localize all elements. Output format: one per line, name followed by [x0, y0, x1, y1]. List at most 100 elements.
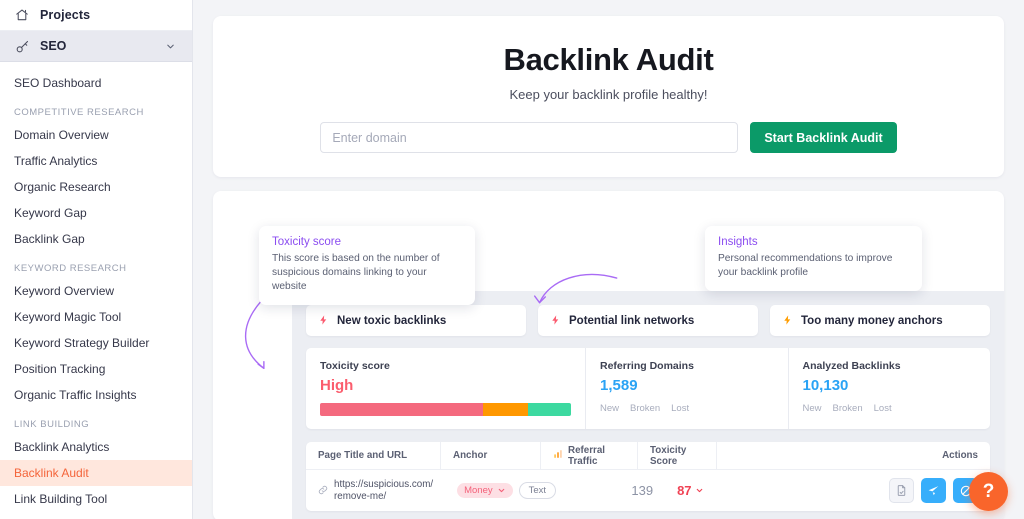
bar-chart-icon: [554, 450, 562, 458]
toxicity-score-value: High: [320, 377, 354, 394]
table-header-label: Anchor: [453, 450, 488, 461]
page-subtitle: Keep your backlink profile healthy!: [509, 87, 708, 102]
cell-actions: [744, 478, 990, 503]
stat-meta-item[interactable]: Broken: [630, 403, 660, 414]
preview-card: Toxicity score This score is based on th…: [213, 191, 1004, 519]
table-header-row: Page Title and URL Anchor Referral Traffic…: [306, 442, 990, 470]
sidebar-item-seo[interactable]: SEO: [0, 31, 192, 62]
tooltip-title: Insights: [718, 236, 758, 248]
stat-meta-item[interactable]: Broken: [833, 403, 863, 414]
stat-meta-item[interactable]: Lost: [874, 403, 892, 414]
tooltip-title: Toxicity score: [272, 236, 342, 248]
sidebar-item-link-building-tool[interactable]: Link Building Tool: [0, 486, 192, 512]
toxicity-score-bar: [320, 403, 571, 416]
toxicity-bar-segment-toxic: [320, 403, 484, 416]
stat-meta-item[interactable]: New: [600, 403, 619, 414]
sidebar-item-bulk-analysis[interactable]: Bulk Analysis: [0, 512, 192, 519]
sidebar-group-title: COMPETITIVE RESEARCH: [14, 107, 144, 118]
stats-row: Toxicity score High Referring Domains 1,…: [306, 348, 990, 429]
sidebar-item-domain-overview[interactable]: Domain Overview: [0, 122, 192, 148]
seo-label: SEO: [40, 39, 67, 53]
table-row[interactable]: https://suspicious.com/remove-me/ Money …: [306, 470, 990, 511]
stat-label: Analyzed Backlinks: [802, 360, 901, 372]
sidebar-group-title: KEYWORD RESEARCH: [14, 263, 127, 274]
sidebar-item-keyword-magic-tool[interactable]: Keyword Magic Tool: [0, 304, 192, 330]
tooltip-body: Personal recommendations to improve your…: [718, 253, 893, 278]
sidebar-item-backlink-analytics[interactable]: Backlink Analytics: [0, 434, 192, 460]
send-icon[interactable]: [921, 478, 946, 503]
help-button[interactable]: ?: [969, 472, 1008, 511]
search-row: Start Backlink Audit: [213, 122, 1004, 153]
sidebar-item-keyword-strategy-builder[interactable]: Keyword Strategy Builder: [0, 330, 192, 356]
table-header-label: Referral Traffic: [568, 444, 606, 467]
table-header-label: Page Title and URL: [318, 450, 408, 461]
sidebar-item-organic-research[interactable]: Organic Research: [0, 174, 192, 200]
preview-panel: New toxic backlinks Potential link networ…: [292, 291, 1004, 519]
stat-meta: New Broken Lost: [803, 403, 977, 414]
stat-columns: Referring Domains 1,589 New Broken Lost Ana…: [585, 348, 990, 429]
bolt-icon: [782, 314, 793, 328]
alert-chip[interactable]: Potential link networks: [538, 305, 758, 336]
chevron-down-icon[interactable]: [162, 38, 178, 54]
table-header-cell[interactable]: Page Title and URL: [306, 450, 440, 461]
bolt-icon: [550, 314, 561, 328]
alert-chips: New toxic backlinks Potential link networ…: [306, 305, 990, 336]
stat-meta-item[interactable]: New: [803, 403, 822, 414]
toxicity-bar-segment-potentially-toxic: [483, 403, 529, 416]
alert-chip-label: Potential link networks: [569, 314, 695, 327]
sidebar: Projects SEO SEO Dashboard COMPETITIVE R…: [0, 0, 193, 519]
sidebar-item-seo-dashboard[interactable]: SEO Dashboard: [0, 70, 192, 96]
backlinks-table: Page Title and URL Anchor Referral Traffic…: [306, 442, 990, 511]
sidebar-item-projects[interactable]: Projects: [0, 0, 192, 31]
stat-value: 1,589: [600, 377, 638, 394]
sidebar-item-backlink-audit[interactable]: Backlink Audit: [0, 460, 192, 486]
link-icon: [318, 482, 328, 500]
home-icon: [14, 7, 30, 23]
bar-chart-icon: [553, 449, 563, 462]
bolt-icon: [318, 314, 329, 328]
stat-card: Analyzed Backlinks 10,130 New Broken Lost: [787, 348, 991, 429]
table-header-label: Actions: [942, 450, 978, 461]
cell-page-url: https://suspicious.com/remove-me/: [306, 479, 445, 503]
stat-label: Referring Domains: [600, 360, 694, 372]
tooltip-body: This score is based on the number of sus…: [272, 253, 440, 292]
toxicity-score-label: Toxicity score: [320, 360, 390, 372]
projects-label: Projects: [40, 8, 91, 22]
alert-chip[interactable]: New toxic backlinks: [306, 305, 526, 336]
alert-chip-label: New toxic backlinks: [337, 314, 447, 327]
table-header-cell[interactable]: Toxicity Score: [637, 442, 716, 469]
anchor-type-badge[interactable]: Text: [518, 482, 557, 499]
alert-chip[interactable]: Too many money anchors: [770, 305, 990, 336]
main-content: Backlink Audit Keep your backlink profil…: [193, 0, 1024, 519]
stat-card: Referring Domains 1,589 New Broken Lost: [585, 348, 788, 429]
domain-input[interactable]: [320, 122, 739, 153]
start-backlink-audit-button[interactable]: Start Backlink Audit: [750, 122, 897, 153]
page-title: Backlink Audit: [503, 42, 714, 77]
sidebar-nav: SEO Dashboard COMPETITIVE RESEARCH Domain…: [0, 62, 192, 519]
sidebar-item-traffic-analytics[interactable]: Traffic Analytics: [0, 148, 192, 174]
cell-toxicity-score[interactable]: 87: [665, 483, 744, 498]
toxicity-bar-segment-non-toxic: [528, 403, 571, 416]
anchor-money-badge[interactable]: Money: [457, 483, 513, 498]
stat-meta-item[interactable]: Lost: [671, 403, 689, 414]
sidebar-item-keyword-overview[interactable]: Keyword Overview: [0, 278, 192, 304]
key-icon: [14, 38, 30, 54]
table-header-label: Toxicity Score: [650, 444, 687, 467]
hero-card: Backlink Audit Keep your backlink profil…: [213, 16, 1004, 177]
table-header-cell[interactable]: Anchor: [440, 442, 540, 469]
table-header-cell[interactable]: Referral Traffic: [540, 442, 637, 469]
sidebar-item-organic-traffic-insights[interactable]: Organic Traffic Insights: [0, 382, 192, 408]
sidebar-item-backlink-gap[interactable]: Backlink Gap: [0, 226, 192, 252]
sidebar-item-position-tracking[interactable]: Position Tracking: [0, 356, 192, 382]
alert-chip-label: Too many money anchors: [801, 314, 943, 327]
toxicity-score-widget: Toxicity score High: [306, 348, 585, 429]
sidebar-item-keyword-gap[interactable]: Keyword Gap: [0, 200, 192, 226]
cell-referral-traffic: 139: [631, 483, 654, 498]
table-header-cell[interactable]: Actions: [716, 442, 990, 469]
tooltip-insights: Insights Personal recommendations to imp…: [705, 226, 922, 291]
tooltip-toxicity-score: Toxicity score This score is based on th…: [259, 226, 475, 305]
document-check-icon[interactable]: [889, 478, 914, 503]
sidebar-group-title: LINK BUILDING: [14, 419, 90, 430]
stat-value: 10,130: [802, 377, 849, 394]
page-url[interactable]: https://suspicious.com/remove-me/: [334, 479, 433, 503]
